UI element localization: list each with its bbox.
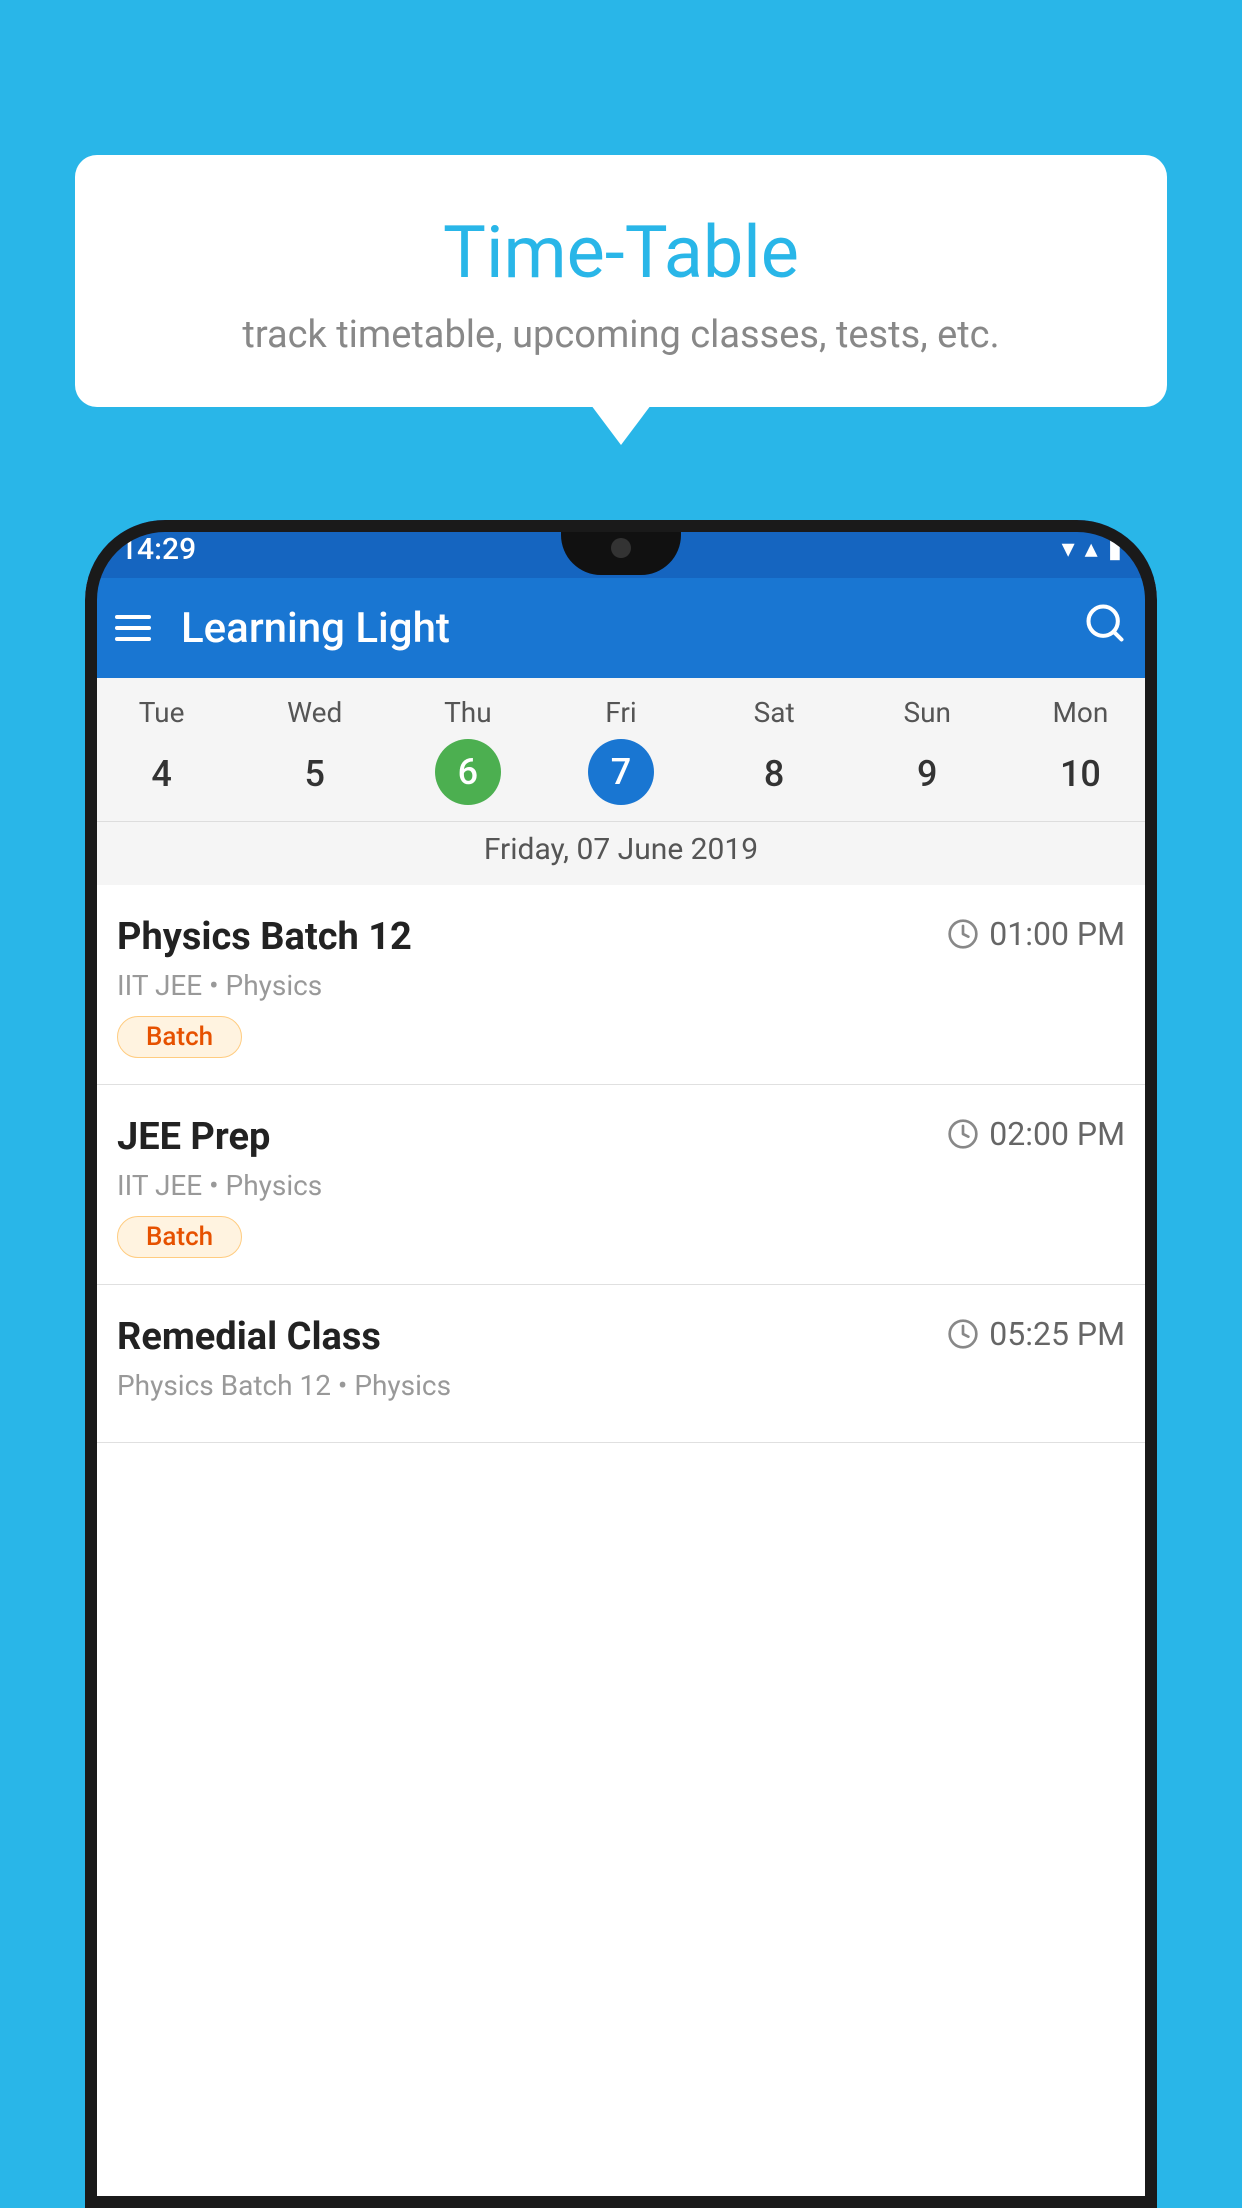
app-bar: Learning Light — [85, 578, 1157, 678]
front-camera — [611, 538, 631, 558]
schedule-item-2-subject: IIT JEE • Physics — [117, 1169, 1125, 1202]
day-header-thu: Thu — [391, 696, 544, 729]
menu-button[interactable] — [115, 615, 151, 641]
app-title: Learning Light — [181, 604, 450, 653]
schedule-item-1-title: Physics Batch 12 — [117, 915, 412, 959]
schedule-item-1-time: 01:00 PM — [947, 915, 1125, 953]
day-header-sun: Sun — [851, 696, 1004, 729]
schedule-item-3-time: 05:25 PM — [947, 1315, 1125, 1353]
phone-mockup: 14:29 ▾ ▴ ▮ Learning Light — [85, 520, 1157, 2208]
schedule-item-3-time-text: 05:25 PM — [989, 1315, 1125, 1353]
schedule-item-3-title: Remedial Class — [117, 1315, 381, 1359]
volume-silent-button — [85, 770, 87, 830]
schedule-item-1-subject: IIT JEE • Physics — [117, 969, 1125, 1002]
schedule-item-2-time-text: 02:00 PM — [989, 1115, 1125, 1153]
day-9[interactable]: 9 — [851, 739, 1004, 809]
day-header-fri: Fri — [544, 696, 697, 729]
day-numbers: 4 5 6 7 8 9 10 — [85, 739, 1157, 809]
calendar-strip: Tue Wed Thu Fri Sat Sun Mon 4 5 6 7 8 9 … — [85, 678, 1157, 885]
schedule-item-3-subject: Physics Batch 12 • Physics — [117, 1369, 1125, 1402]
day-7-selected[interactable]: 7 — [588, 739, 654, 805]
speech-bubble: Time-Table track timetable, upcoming cla… — [75, 155, 1167, 407]
volume-up-button — [85, 850, 87, 950]
app-bar-left: Learning Light — [115, 604, 450, 653]
day-6-today[interactable]: 6 — [435, 739, 501, 805]
day-header-mon: Mon — [1004, 696, 1157, 729]
selected-date-label: Friday, 07 June 2019 — [85, 821, 1157, 885]
day-10[interactable]: 10 — [1004, 739, 1157, 809]
schedule-item-2-title: JEE Prep — [117, 1115, 270, 1159]
battery-icon: ▮ — [1108, 534, 1122, 564]
day-headers: Tue Wed Thu Fri Sat Sun Mon — [85, 696, 1157, 729]
wifi-icon: ▾ — [1062, 534, 1075, 564]
schedule-item-1-tag: Batch — [117, 1016, 242, 1058]
search-button[interactable] — [1083, 601, 1127, 656]
phone-frame: 14:29 ▾ ▴ ▮ Learning Light — [85, 520, 1157, 2208]
day-4[interactable]: 4 — [85, 739, 238, 809]
status-time: 14:29 — [120, 532, 196, 567]
day-header-tue: Tue — [85, 696, 238, 729]
day-header-sat: Sat — [698, 696, 851, 729]
volume-down-button — [85, 970, 87, 1070]
day-header-wed: Wed — [238, 696, 391, 729]
day-8[interactable]: 8 — [698, 739, 851, 809]
schedule-item-1-time-text: 01:00 PM — [989, 915, 1125, 953]
schedule-item-1-header: Physics Batch 12 01:00 PM — [117, 915, 1125, 959]
power-button — [1155, 840, 1157, 920]
status-icons: ▾ ▴ ▮ — [1062, 534, 1122, 564]
feature-subtitle: track timetable, upcoming classes, tests… — [135, 313, 1107, 357]
schedule-list: Physics Batch 12 01:00 PM IIT JEE • Phys… — [85, 885, 1157, 1443]
schedule-item-2[interactable]: JEE Prep 02:00 PM IIT JEE • Physics Batc… — [85, 1085, 1157, 1285]
day-5[interactable]: 5 — [238, 739, 391, 809]
schedule-item-3[interactable]: Remedial Class 05:25 PM Physics Batch 12… — [85, 1285, 1157, 1443]
intro-card: Time-Table track timetable, upcoming cla… — [75, 155, 1167, 407]
schedule-item-1[interactable]: Physics Batch 12 01:00 PM IIT JEE • Phys… — [85, 885, 1157, 1085]
phone-screen: Learning Light Tue Wed Thu Fri Sat — [85, 578, 1157, 2208]
phone-notch — [561, 520, 681, 575]
schedule-item-2-time: 02:00 PM — [947, 1115, 1125, 1153]
schedule-item-2-tag: Batch — [117, 1216, 242, 1258]
schedule-item-2-header: JEE Prep 02:00 PM — [117, 1115, 1125, 1159]
feature-title: Time-Table — [135, 210, 1107, 295]
schedule-item-3-header: Remedial Class 05:25 PM — [117, 1315, 1125, 1359]
signal-icon: ▴ — [1085, 534, 1098, 564]
